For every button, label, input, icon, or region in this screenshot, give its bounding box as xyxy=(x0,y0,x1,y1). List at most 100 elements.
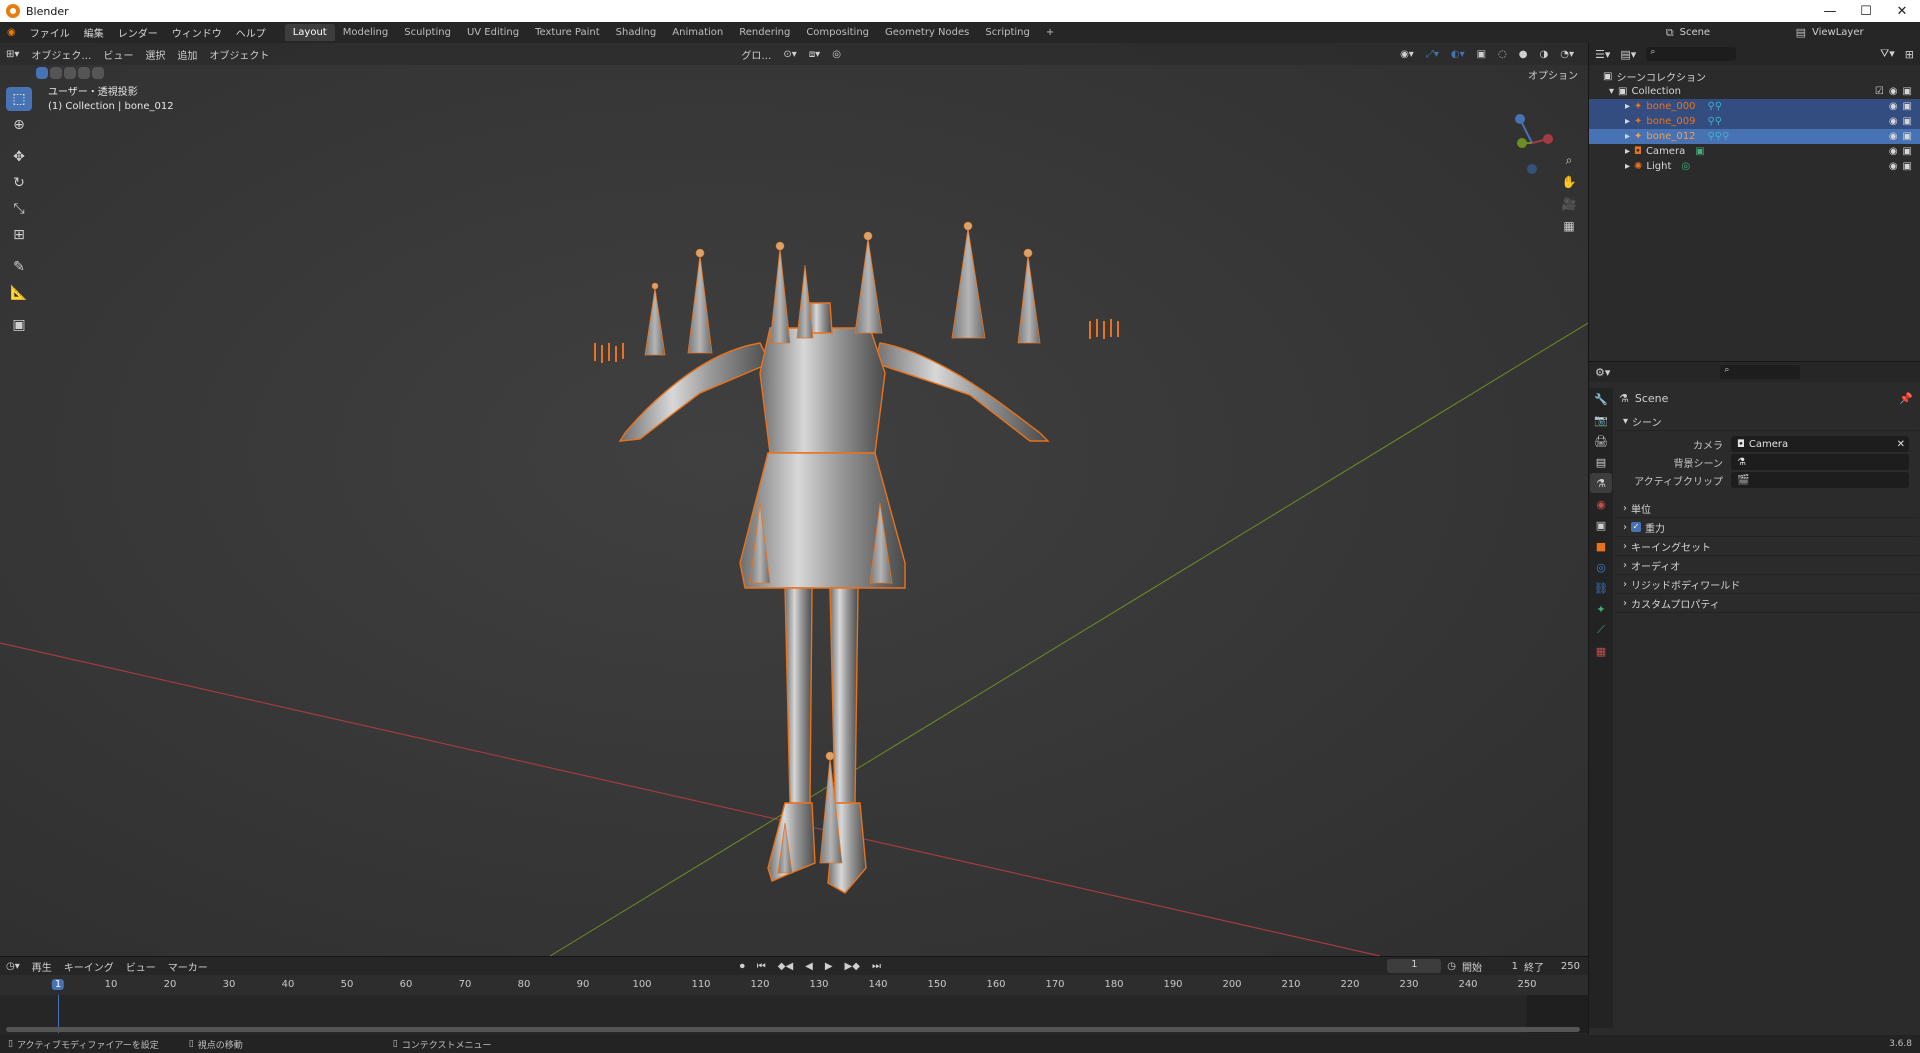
transform-tool-icon[interactable]: ⊞ xyxy=(6,223,32,247)
maximize-button[interactable]: ☐ xyxy=(1848,4,1884,19)
section-units[interactable]: › 単位 xyxy=(1615,499,1919,518)
eye-icon[interactable]: ◉ xyxy=(1889,116,1898,127)
tab-modeling[interactable]: Modeling xyxy=(335,24,397,41)
eye-icon[interactable]: ◉ xyxy=(1889,131,1898,142)
blender-menu-icon[interactable]: ◉ xyxy=(0,27,23,38)
tab-rendering[interactable]: Rendering xyxy=(731,24,798,41)
end-frame-field[interactable]: 250 xyxy=(1550,961,1580,972)
minimize-button[interactable]: — xyxy=(1812,4,1848,19)
move-tool-icon[interactable]: ✥ xyxy=(6,145,32,169)
expand-arrow-icon[interactable]: ▸ xyxy=(1625,146,1630,157)
scene-selector[interactable]: Scene xyxy=(1680,27,1790,38)
collection-checkbox[interactable]: ☑ xyxy=(1875,86,1884,97)
start-frame-field[interactable]: 1 xyxy=(1488,961,1518,972)
camera-render-icon[interactable]: ▣ xyxy=(1903,131,1912,142)
object-tab-icon[interactable]: ■ xyxy=(1590,536,1612,556)
menu-edit[interactable]: 編集 xyxy=(77,25,111,40)
play-icon[interactable]: ▶ xyxy=(819,961,839,972)
menu-help[interactable]: ヘルプ xyxy=(229,25,273,40)
close-button[interactable]: ✕ xyxy=(1884,4,1920,19)
menu-select[interactable]: 選択 xyxy=(139,47,171,62)
constraints-tab-icon[interactable]: ⛓ xyxy=(1590,578,1612,598)
menu-timeline-view[interactable]: ビュー xyxy=(120,959,162,974)
properties-search-input[interactable]: ⌕ xyxy=(1720,365,1801,379)
scene-collection-row[interactable]: ▣ シーンコレクション xyxy=(1589,69,1920,84)
tab-compositing[interactable]: Compositing xyxy=(798,24,877,41)
tab-shading[interactable]: Shading xyxy=(608,24,665,41)
editor-type-icon[interactable]: ⊞▾ xyxy=(0,49,25,60)
expand-arrow-icon[interactable]: ▸ xyxy=(1625,131,1630,142)
add-cube-tool-icon[interactable]: ▣ xyxy=(6,313,32,337)
gravity-checkbox[interactable]: ✓ xyxy=(1631,522,1641,532)
pivot-icon[interactable]: ⊙▾ xyxy=(777,49,802,60)
visibility-icon[interactable]: ◉▾ xyxy=(1394,49,1420,60)
outliner-editor-icon[interactable]: ☰▾ xyxy=(1595,48,1610,61)
camera-render-icon[interactable]: ▣ xyxy=(1903,101,1912,112)
xray-icon[interactable]: ▣ xyxy=(1471,49,1492,60)
shading-solid-icon[interactable]: ● xyxy=(1513,49,1534,60)
collection-row[interactable]: ▾ ▣ Collection ☑ ◉ ▣ xyxy=(1589,84,1920,99)
cursor-tool-icon[interactable]: ⊕ xyxy=(6,113,32,137)
scene-tab-icon[interactable]: ⚗ xyxy=(1590,473,1612,493)
outliner-item-bone-012[interactable]: ▸ ✦ bone_012 ⚲⚲⚲ ◉ ▣ xyxy=(1589,129,1920,144)
view-layer-tab-icon[interactable]: ▤ xyxy=(1590,452,1612,472)
pose-icon[interactable]: ⚲⚲⚲ xyxy=(1707,131,1729,142)
tab-animation[interactable]: Animation xyxy=(664,24,731,41)
menu-marker[interactable]: マーカー xyxy=(162,959,214,974)
menu-object[interactable]: オブジェクト xyxy=(203,47,275,62)
menu-render[interactable]: レンダー xyxy=(111,25,165,40)
filter-icon[interactable]: ⛛▾ xyxy=(1880,47,1895,61)
gizmo-icon[interactable]: ⤢▾ xyxy=(1420,49,1445,60)
outliner-search-input[interactable]: ⌕ xyxy=(1646,47,1737,61)
snap-icon[interactable]: ⧈▾ xyxy=(803,49,826,60)
annotate-tool-icon[interactable]: ✎ xyxy=(6,255,32,279)
scale-tool-icon[interactable]: ⤡ xyxy=(6,197,32,221)
select-extend-icon[interactable] xyxy=(50,67,62,79)
section-gravity[interactable]: › ✓ 重力 xyxy=(1615,518,1919,537)
camera-data-icon[interactable]: ▣ xyxy=(1695,146,1704,157)
menu-playback[interactable]: 再生 xyxy=(26,959,58,974)
select-new-icon[interactable] xyxy=(36,67,48,79)
bone-tab-icon[interactable]: ⟋ xyxy=(1590,620,1612,640)
shading-material-icon[interactable]: ◑ xyxy=(1534,49,1555,60)
play-reverse-icon[interactable]: ◀ xyxy=(799,961,819,972)
section-audio[interactable]: › オーディオ xyxy=(1615,556,1919,575)
collection-tab-icon[interactable]: ▣ xyxy=(1590,515,1612,535)
expand-arrow-icon[interactable]: ▸ xyxy=(1625,101,1630,112)
select-subtract-icon[interactable] xyxy=(64,67,76,79)
eye-icon[interactable]: ◉ xyxy=(1889,161,1898,172)
jump-end-icon[interactable]: ⏭ xyxy=(866,961,887,972)
background-scene-field[interactable]: ⚗ xyxy=(1731,454,1909,470)
menu-keying[interactable]: キーイング xyxy=(58,959,120,974)
select-invert-icon[interactable] xyxy=(78,67,90,79)
outliner-item-camera[interactable]: ▸ ◘ Camera ▣ ◉ ▣ xyxy=(1589,144,1920,159)
view-layer-selector[interactable]: ViewLayer xyxy=(1812,27,1902,38)
timeline-scrollbar[interactable] xyxy=(6,1027,1580,1032)
scene-panel-header[interactable]: ▾ シーン xyxy=(1615,412,1919,431)
outliner-item-bone-009[interactable]: ▸ ✦ bone_009 ⚲⚲ ◉ ▣ xyxy=(1589,114,1920,129)
texture-tab-icon[interactable]: ▦ xyxy=(1590,641,1612,661)
tab-scripting[interactable]: Scripting xyxy=(977,24,1037,41)
3d-viewport[interactable]: ⊞▾ オブジェク… ビュー 選択 追加 オブジェクト グロ… ⊙▾ ⧈▾ ◎ ◉… xyxy=(0,43,1588,956)
tab-layout[interactable]: Layout xyxy=(284,24,335,41)
record-icon[interactable]: ⏺ xyxy=(734,961,751,972)
new-collection-icon[interactable]: ⊞ xyxy=(1905,48,1914,61)
pan-hand-icon[interactable]: ✋ xyxy=(1558,171,1580,193)
shading-wireframe-icon[interactable]: ◌ xyxy=(1492,49,1513,60)
section-keying-sets[interactable]: › キーイングセット xyxy=(1615,537,1919,556)
menu-file[interactable]: ファイル xyxy=(23,25,77,40)
camera-view-icon[interactable]: 🎥 xyxy=(1558,193,1580,215)
shading-rendered-icon[interactable]: ◔▾ xyxy=(1554,49,1580,60)
select-intersect-icon[interactable] xyxy=(92,67,104,79)
mode-selector[interactable]: オブジェク… xyxy=(25,47,97,62)
pin-icon[interactable]: 📌 xyxy=(1899,392,1913,405)
timeline-editor-icon[interactable]: ◷▾ xyxy=(0,961,26,972)
proportional-edit-icon[interactable]: ◎ xyxy=(826,49,847,60)
menu-add[interactable]: 追加 xyxy=(171,47,203,62)
tab-geometry-nodes[interactable]: Geometry Nodes xyxy=(877,24,977,41)
select-box-tool-icon[interactable]: ⬚ xyxy=(6,87,32,111)
pose-icon[interactable]: ⚲⚲ xyxy=(1707,116,1722,127)
active-clip-field[interactable]: 🎬 xyxy=(1731,472,1909,488)
camera-render-icon[interactable]: ▣ xyxy=(1903,86,1912,97)
menu-view[interactable]: ビュー xyxy=(97,47,139,62)
